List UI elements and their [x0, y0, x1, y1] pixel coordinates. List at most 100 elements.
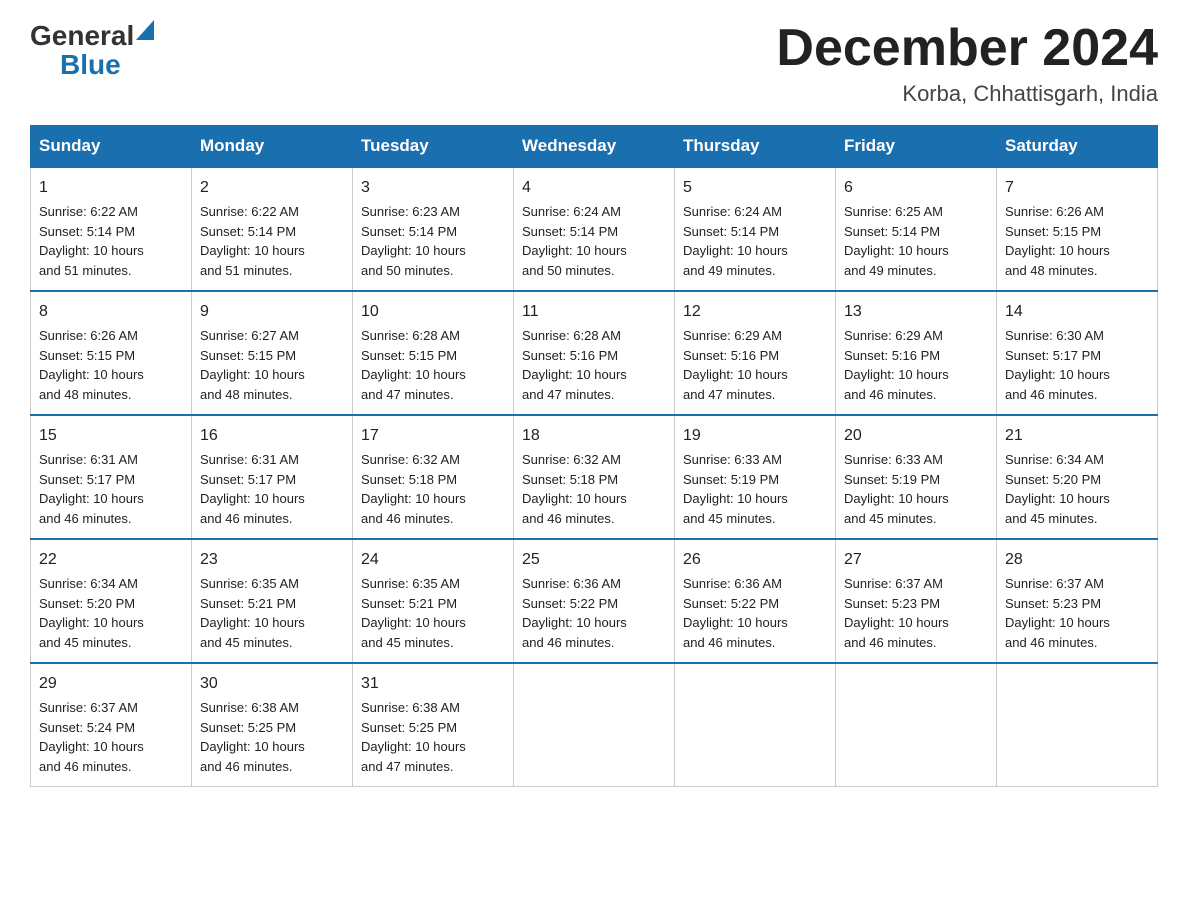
calendar-week-row: 22Sunrise: 6:34 AMSunset: 5:20 PMDayligh…	[31, 539, 1158, 663]
calendar-day-cell: 26Sunrise: 6:36 AMSunset: 5:22 PMDayligh…	[675, 539, 836, 663]
day-number: 28	[1005, 548, 1149, 572]
day-number: 1	[39, 176, 183, 200]
day-number: 15	[39, 424, 183, 448]
calendar-week-row: 29Sunrise: 6:37 AMSunset: 5:24 PMDayligh…	[31, 663, 1158, 787]
calendar-day-cell: 19Sunrise: 6:33 AMSunset: 5:19 PMDayligh…	[675, 415, 836, 539]
day-info: Sunrise: 6:38 AMSunset: 5:25 PMDaylight:…	[361, 698, 505, 776]
calendar-day-cell: 25Sunrise: 6:36 AMSunset: 5:22 PMDayligh…	[514, 539, 675, 663]
calendar-day-cell: 5Sunrise: 6:24 AMSunset: 5:14 PMDaylight…	[675, 167, 836, 291]
day-info: Sunrise: 6:37 AMSunset: 5:23 PMDaylight:…	[1005, 574, 1149, 652]
day-of-week-header: Thursday	[675, 126, 836, 168]
day-info: Sunrise: 6:26 AMSunset: 5:15 PMDaylight:…	[1005, 202, 1149, 280]
day-number: 29	[39, 672, 183, 696]
calendar-day-cell: 14Sunrise: 6:30 AMSunset: 5:17 PMDayligh…	[997, 291, 1158, 415]
day-number: 5	[683, 176, 827, 200]
calendar-day-cell: 30Sunrise: 6:38 AMSunset: 5:25 PMDayligh…	[192, 663, 353, 787]
day-info: Sunrise: 6:31 AMSunset: 5:17 PMDaylight:…	[200, 450, 344, 528]
day-info: Sunrise: 6:24 AMSunset: 5:14 PMDaylight:…	[522, 202, 666, 280]
title-block: December 2024 Korba, Chhattisgarh, India	[776, 20, 1158, 107]
day-number: 11	[522, 300, 666, 324]
day-info: Sunrise: 6:38 AMSunset: 5:25 PMDaylight:…	[200, 698, 344, 776]
logo: General Blue	[30, 20, 154, 79]
day-number: 8	[39, 300, 183, 324]
day-info: Sunrise: 6:26 AMSunset: 5:15 PMDaylight:…	[39, 326, 183, 404]
day-of-week-header: Saturday	[997, 126, 1158, 168]
calendar-day-cell: 6Sunrise: 6:25 AMSunset: 5:14 PMDaylight…	[836, 167, 997, 291]
day-number: 16	[200, 424, 344, 448]
calendar-week-row: 1Sunrise: 6:22 AMSunset: 5:14 PMDaylight…	[31, 167, 1158, 291]
calendar-day-cell: 1Sunrise: 6:22 AMSunset: 5:14 PMDaylight…	[31, 167, 192, 291]
day-info: Sunrise: 6:28 AMSunset: 5:15 PMDaylight:…	[361, 326, 505, 404]
day-info: Sunrise: 6:37 AMSunset: 5:24 PMDaylight:…	[39, 698, 183, 776]
day-info: Sunrise: 6:35 AMSunset: 5:21 PMDaylight:…	[361, 574, 505, 652]
calendar-day-cell	[836, 663, 997, 787]
calendar-day-cell: 10Sunrise: 6:28 AMSunset: 5:15 PMDayligh…	[353, 291, 514, 415]
day-of-week-header: Sunday	[31, 126, 192, 168]
calendar-header-row: SundayMondayTuesdayWednesdayThursdayFrid…	[31, 126, 1158, 168]
calendar-subtitle: Korba, Chhattisgarh, India	[776, 81, 1158, 107]
calendar-day-cell: 12Sunrise: 6:29 AMSunset: 5:16 PMDayligh…	[675, 291, 836, 415]
day-info: Sunrise: 6:31 AMSunset: 5:17 PMDaylight:…	[39, 450, 183, 528]
logo-blue-text: Blue	[60, 51, 121, 79]
calendar-day-cell: 23Sunrise: 6:35 AMSunset: 5:21 PMDayligh…	[192, 539, 353, 663]
day-info: Sunrise: 6:22 AMSunset: 5:14 PMDaylight:…	[39, 202, 183, 280]
calendar-day-cell: 8Sunrise: 6:26 AMSunset: 5:15 PMDaylight…	[31, 291, 192, 415]
day-info: Sunrise: 6:32 AMSunset: 5:18 PMDaylight:…	[522, 450, 666, 528]
day-info: Sunrise: 6:28 AMSunset: 5:16 PMDaylight:…	[522, 326, 666, 404]
calendar-week-row: 15Sunrise: 6:31 AMSunset: 5:17 PMDayligh…	[31, 415, 1158, 539]
day-number: 24	[361, 548, 505, 572]
calendar-day-cell: 15Sunrise: 6:31 AMSunset: 5:17 PMDayligh…	[31, 415, 192, 539]
calendar-week-row: 8Sunrise: 6:26 AMSunset: 5:15 PMDaylight…	[31, 291, 1158, 415]
day-number: 27	[844, 548, 988, 572]
day-number: 22	[39, 548, 183, 572]
day-info: Sunrise: 6:32 AMSunset: 5:18 PMDaylight:…	[361, 450, 505, 528]
day-number: 6	[844, 176, 988, 200]
calendar-day-cell: 21Sunrise: 6:34 AMSunset: 5:20 PMDayligh…	[997, 415, 1158, 539]
day-info: Sunrise: 6:29 AMSunset: 5:16 PMDaylight:…	[844, 326, 988, 404]
day-number: 21	[1005, 424, 1149, 448]
calendar-day-cell: 2Sunrise: 6:22 AMSunset: 5:14 PMDaylight…	[192, 167, 353, 291]
calendar-day-cell: 4Sunrise: 6:24 AMSunset: 5:14 PMDaylight…	[514, 167, 675, 291]
calendar-day-cell: 31Sunrise: 6:38 AMSunset: 5:25 PMDayligh…	[353, 663, 514, 787]
day-info: Sunrise: 6:37 AMSunset: 5:23 PMDaylight:…	[844, 574, 988, 652]
day-number: 12	[683, 300, 827, 324]
day-info: Sunrise: 6:36 AMSunset: 5:22 PMDaylight:…	[683, 574, 827, 652]
calendar-day-cell	[675, 663, 836, 787]
calendar-day-cell: 28Sunrise: 6:37 AMSunset: 5:23 PMDayligh…	[997, 539, 1158, 663]
day-info: Sunrise: 6:22 AMSunset: 5:14 PMDaylight:…	[200, 202, 344, 280]
calendar-title: December 2024	[776, 20, 1158, 77]
calendar-day-cell: 16Sunrise: 6:31 AMSunset: 5:17 PMDayligh…	[192, 415, 353, 539]
calendar-day-cell: 17Sunrise: 6:32 AMSunset: 5:18 PMDayligh…	[353, 415, 514, 539]
day-info: Sunrise: 6:34 AMSunset: 5:20 PMDaylight:…	[39, 574, 183, 652]
day-number: 20	[844, 424, 988, 448]
day-number: 13	[844, 300, 988, 324]
calendar-day-cell: 20Sunrise: 6:33 AMSunset: 5:19 PMDayligh…	[836, 415, 997, 539]
day-of-week-header: Tuesday	[353, 126, 514, 168]
calendar-day-cell: 24Sunrise: 6:35 AMSunset: 5:21 PMDayligh…	[353, 539, 514, 663]
day-info: Sunrise: 6:27 AMSunset: 5:15 PMDaylight:…	[200, 326, 344, 404]
day-of-week-header: Wednesday	[514, 126, 675, 168]
day-of-week-header: Friday	[836, 126, 997, 168]
calendar-day-cell: 3Sunrise: 6:23 AMSunset: 5:14 PMDaylight…	[353, 167, 514, 291]
page: General Blue December 2024 Korba, Chhatt…	[0, 0, 1188, 817]
day-number: 26	[683, 548, 827, 572]
calendar-day-cell: 27Sunrise: 6:37 AMSunset: 5:23 PMDayligh…	[836, 539, 997, 663]
calendar-day-cell: 9Sunrise: 6:27 AMSunset: 5:15 PMDaylight…	[192, 291, 353, 415]
day-number: 10	[361, 300, 505, 324]
logo-general-text: General	[30, 22, 134, 50]
day-info: Sunrise: 6:24 AMSunset: 5:14 PMDaylight:…	[683, 202, 827, 280]
day-number: 30	[200, 672, 344, 696]
calendar-day-cell: 11Sunrise: 6:28 AMSunset: 5:16 PMDayligh…	[514, 291, 675, 415]
day-info: Sunrise: 6:33 AMSunset: 5:19 PMDaylight:…	[844, 450, 988, 528]
day-number: 25	[522, 548, 666, 572]
day-of-week-header: Monday	[192, 126, 353, 168]
calendar-day-cell	[514, 663, 675, 787]
calendar-day-cell: 22Sunrise: 6:34 AMSunset: 5:20 PMDayligh…	[31, 539, 192, 663]
day-info: Sunrise: 6:29 AMSunset: 5:16 PMDaylight:…	[683, 326, 827, 404]
calendar-day-cell: 18Sunrise: 6:32 AMSunset: 5:18 PMDayligh…	[514, 415, 675, 539]
calendar-day-cell	[997, 663, 1158, 787]
calendar-day-cell: 13Sunrise: 6:29 AMSunset: 5:16 PMDayligh…	[836, 291, 997, 415]
calendar-day-cell: 7Sunrise: 6:26 AMSunset: 5:15 PMDaylight…	[997, 167, 1158, 291]
day-number: 31	[361, 672, 505, 696]
day-info: Sunrise: 6:36 AMSunset: 5:22 PMDaylight:…	[522, 574, 666, 652]
